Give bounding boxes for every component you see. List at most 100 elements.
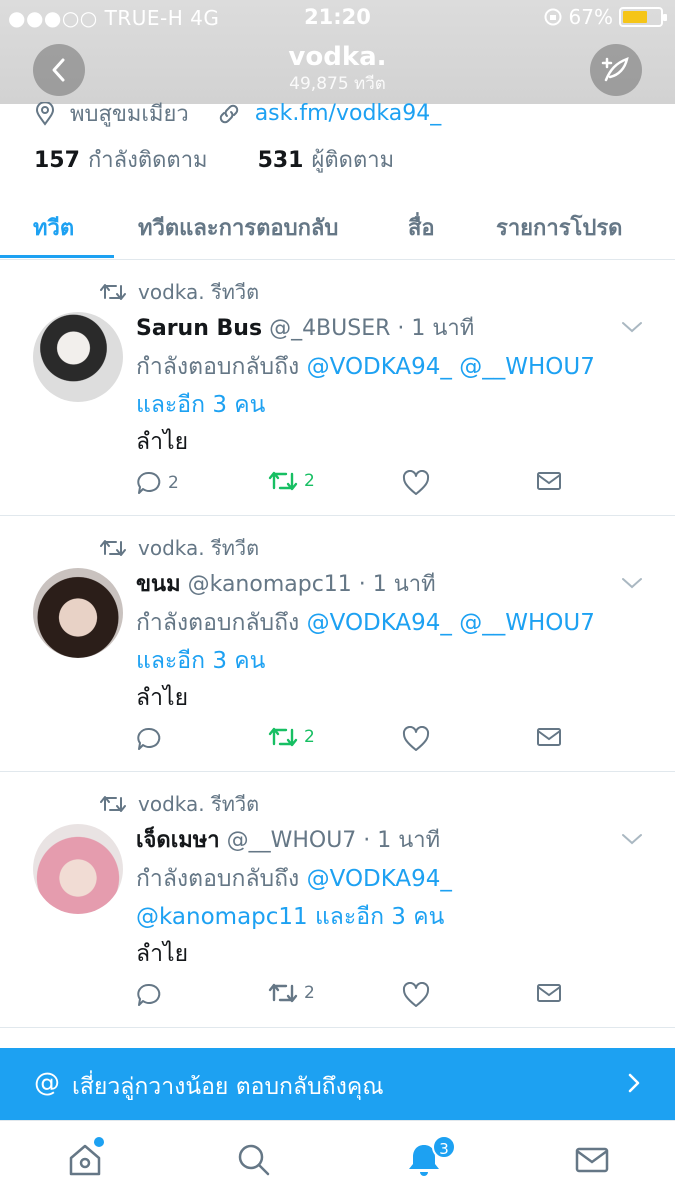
tweet-text: ลำไย — [136, 941, 189, 967]
retweet-button[interactable]: 2 — [268, 982, 315, 1004]
envelope-icon — [537, 472, 561, 490]
retweet-label: vodka. รีทวีต — [138, 536, 260, 560]
status-bar: ●●●○○ TRUE-H 4G 21:20 67% — [0, 0, 675, 34]
reply-button[interactable]: 2 — [136, 470, 179, 496]
followers-count: 531 — [257, 148, 304, 173]
profile-header: ●●●○○ TRUE-H 4G 21:20 67% vodka. 49,875 … — [0, 0, 675, 104]
compose-feather-icon — [601, 57, 629, 82]
reply-others[interactable]: และอีก 3 คน — [136, 648, 265, 674]
retweet-label: vodka. รีทวีต — [138, 792, 260, 816]
nav-search[interactable] — [235, 1141, 273, 1183]
following-label: กำลังติดตาม — [87, 148, 208, 173]
reply-button[interactable] — [136, 982, 168, 1008]
banner-text: เสี่ยวลู่กวางน้อย ตอบกลับถึงคุณ — [72, 1074, 384, 1100]
following-stat[interactable]: 157 กำลังติดตาม — [34, 142, 208, 177]
retweet-context: vodka. รีทวีต — [100, 532, 259, 564]
author-handle: @__WHOU7 · 1 นาที — [226, 828, 441, 853]
reply-mentions[interactable]: @VODKA94_ — [307, 866, 452, 892]
reply-icon — [137, 727, 161, 750]
tab-tweets-and-replies[interactable]: ทวีตและการตอบกลับ — [138, 210, 338, 245]
profile-location: พบสูขมเมียว — [70, 102, 189, 127]
notifications-badge: 3 — [432, 1135, 456, 1159]
tab-likes[interactable]: รายการโปรด — [496, 210, 622, 245]
retweet-icon — [268, 471, 298, 491]
tweet-actions: 2 2 — [136, 470, 576, 500]
battery-percent: 67% — [568, 5, 613, 29]
tweet-text: ลำไย — [136, 429, 189, 455]
author-name[interactable]: Sarun Bus — [136, 316, 262, 341]
mention-icon: @ — [34, 1068, 60, 1098]
retweet-button[interactable]: 2 — [268, 726, 315, 748]
retweet-icon — [100, 284, 126, 300]
reply-prefix: กำลังตอบกลับถึง — [136, 354, 300, 380]
tweet-text: ลำไย — [136, 685, 189, 711]
retweet-count: 2 — [304, 983, 315, 1003]
envelope-icon — [537, 984, 561, 1002]
bottom-tab-bar: 3 — [0, 1120, 675, 1200]
author-name[interactable]: เจ็ดเมษา — [136, 828, 220, 853]
reply-others[interactable]: และอีก 3 คน — [136, 392, 265, 418]
followers-stat[interactable]: 531 ผู้ติดตาม — [258, 142, 395, 177]
retweet-button[interactable]: 2 — [268, 470, 315, 492]
profile-meta-row: พบสูขมเมียว ask.fm/vodka94_ — [34, 96, 441, 131]
share-dm-button[interactable] — [536, 470, 562, 492]
reply-prefix: กำลังตอบกลับถึง — [136, 610, 300, 636]
envelope-icon — [537, 728, 561, 746]
author-handle: @_4BUSER · 1 นาที — [269, 316, 475, 341]
tweet-author: เจ็ดเมษา @__WHOU7 · 1 นาที — [136, 822, 440, 857]
heart-icon — [402, 982, 430, 1007]
retweet-icon — [100, 540, 126, 556]
followers-label: ผู้ติดตาม — [311, 148, 395, 173]
compose-tweet-button[interactable] — [590, 44, 642, 96]
profile-link[interactable]: ask.fm/vodka94_ — [255, 101, 442, 126]
retweet-icon — [268, 983, 298, 1003]
retweet-icon — [268, 727, 298, 747]
retweet-context: vodka. รีทวีต — [100, 788, 259, 820]
avatar[interactable] — [33, 568, 123, 658]
battery-indicator: 67% — [543, 5, 667, 29]
reply-others[interactable]: @kanomapc11 และอีก 3 คน — [136, 904, 444, 930]
retweet-label: vodka. รีทวีต — [138, 280, 260, 304]
chevron-down-icon[interactable] — [621, 320, 643, 334]
avatar[interactable] — [33, 824, 123, 914]
chevron-down-icon[interactable] — [621, 832, 643, 846]
tweet-author: Sarun Bus @_4BUSER · 1 นาที — [136, 310, 474, 345]
chevron-down-icon[interactable] — [621, 576, 643, 590]
share-dm-button[interactable] — [536, 982, 562, 1004]
retweet-context: vodka. รีทวีต — [100, 276, 259, 308]
location-pin-icon — [35, 101, 55, 126]
nav-home[interactable] — [66, 1141, 104, 1183]
like-button[interactable] — [402, 726, 430, 752]
battery-fill — [623, 11, 648, 23]
following-count: 157 — [34, 148, 80, 173]
tab-media[interactable]: สื่อ — [408, 210, 435, 245]
author-name[interactable]: ขนม — [136, 572, 181, 597]
like-button[interactable] — [402, 470, 430, 496]
tweet-item[interactable]: vodka. รีทวีต ขนม @kanomapc11 · 1 นาที ก… — [0, 516, 675, 772]
home-new-dot — [94, 1137, 104, 1147]
tweet-actions: 2 — [136, 982, 576, 1012]
reply-mentions[interactable]: @VODKA94_ @__WHOU7 — [307, 610, 595, 636]
tab-tweets[interactable]: ทวีต — [33, 210, 74, 245]
nav-messages[interactable] — [573, 1141, 611, 1183]
tweet-item[interactable]: vodka. รีทวีต เจ็ดเมษา @__WHOU7 · 1 นาที… — [0, 772, 675, 1028]
reply-icon — [137, 983, 161, 1006]
tweet-count: 49,875 ทวีต — [289, 74, 386, 94]
active-tab-indicator — [0, 255, 114, 258]
rotation-lock-icon — [544, 8, 562, 26]
share-dm-button[interactable] — [536, 726, 562, 748]
retweet-count: 2 — [304, 471, 315, 491]
reply-mentions[interactable]: @VODKA94_ @__WHOU7 — [307, 354, 595, 380]
like-button[interactable] — [402, 982, 430, 1008]
reply-notification-banner[interactable]: @ เสี่ยวลู่กวางน้อย ตอบกลับถึงคุณ — [0, 1048, 675, 1120]
tweet-item[interactable]: vodka. รีทวีต Sarun Bus @_4BUSER · 1 นาท… — [0, 260, 675, 516]
avatar[interactable] — [33, 312, 123, 402]
author-handle: @kanomapc11 · 1 นาที — [187, 572, 436, 597]
search-icon — [238, 1144, 270, 1176]
reply-prefix: กำลังตอบกลับถึง — [136, 866, 300, 892]
chevron-right-icon — [628, 1073, 640, 1093]
retweet-count: 2 — [304, 727, 315, 747]
reply-context: กำลังตอบกลับถึง @VODKA94_ @__WHOU7 และอี… — [136, 604, 656, 680]
battery-icon — [619, 7, 667, 27]
reply-button[interactable] — [136, 726, 168, 752]
